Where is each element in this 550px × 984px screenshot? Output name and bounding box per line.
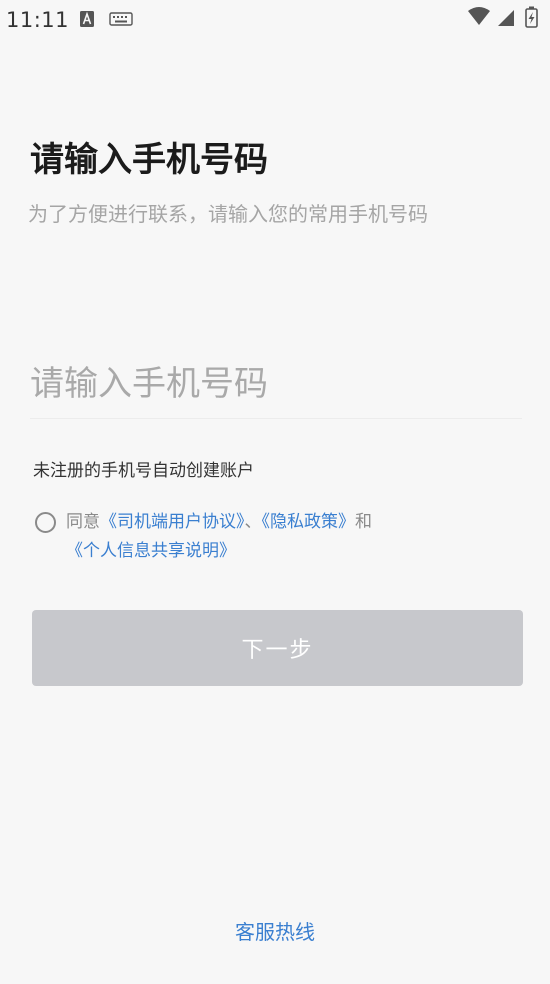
next-step-button[interactable]: 下一步 (32, 610, 523, 686)
status-left-icons (80, 10, 140, 30)
driver-agreement-link[interactable]: 《司机端用户协议》 (100, 512, 245, 532)
agreement-radio[interactable] (35, 512, 56, 533)
a-box-icon (80, 11, 94, 27)
battery-charging-icon (525, 6, 538, 28)
agreement-separator: 、 (244, 512, 262, 532)
signal-icon (498, 10, 514, 26)
input-divider (30, 418, 522, 419)
info-sharing-link[interactable]: 《个人信息共享说明》 (66, 541, 236, 561)
auto-register-hint: 未注册的手机号自动创建账户 (33, 461, 254, 481)
page-title: 请输入手机号码 (30, 140, 268, 180)
status-time: 11:11 (6, 8, 70, 32)
page-subtitle: 为了方便进行联系，请输入您的常用手机号码 (28, 202, 428, 226)
agreement-prefix: 同意 (66, 512, 100, 532)
customer-service-hotline-link[interactable]: 客服热线 (0, 916, 550, 945)
wifi-icon (468, 7, 490, 25)
privacy-policy-link[interactable]: 《隐私政策》 (262, 512, 356, 532)
agreement-conjunction: 和 (355, 512, 372, 532)
status-right-icons (468, 6, 540, 28)
keyboard-icon (109, 12, 133, 26)
status-bar: 11:11 (0, 0, 550, 40)
phone-input[interactable] (30, 356, 522, 412)
agreement-text: 同意《司机端用户协议》、《隐私政策》和《个人信息共享说明》 (66, 508, 534, 566)
